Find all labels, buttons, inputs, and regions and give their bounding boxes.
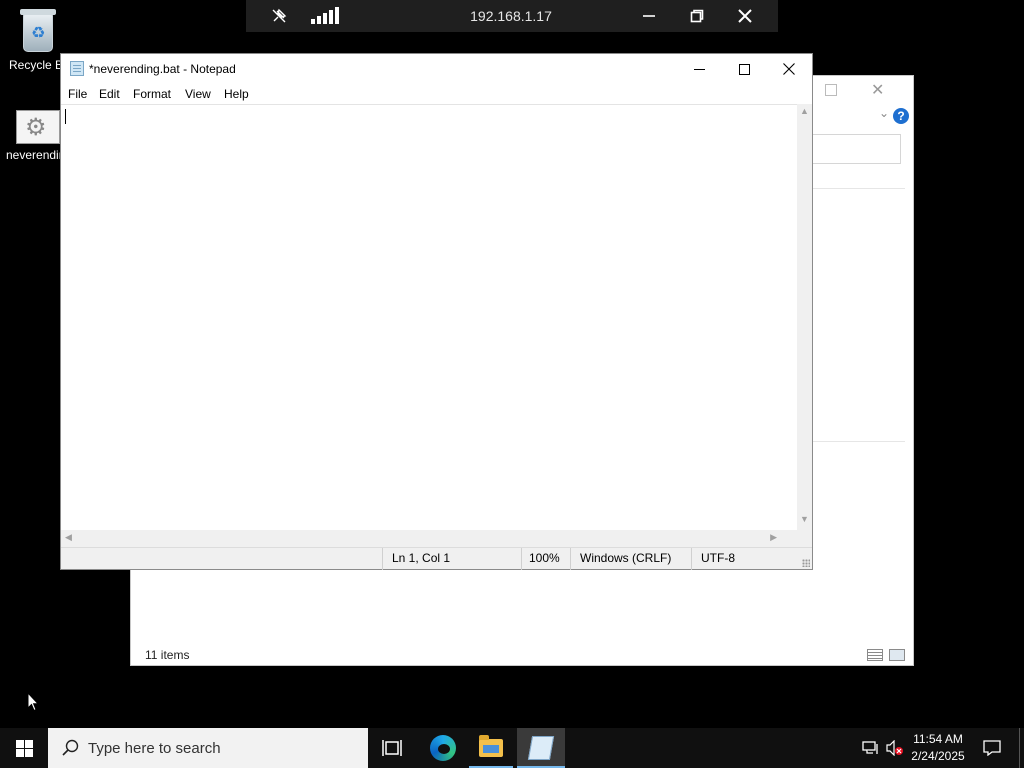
explorer-search-field[interactable] [811, 134, 901, 164]
divider [811, 188, 905, 189]
encoding: UTF-8 [691, 548, 801, 570]
menu-help[interactable]: Help [224, 87, 249, 101]
system-clock[interactable]: 11:54 AM 2/24/2025 [908, 731, 968, 765]
search-placeholder: Type here to search [88, 740, 221, 757]
remote-connection-bar: 192.168.1.17 [246, 0, 778, 32]
close-icon[interactable]: ✕ [871, 80, 884, 100]
desktop-icon-label: neverending.bat [6, 148, 63, 162]
status-bar: Ln 1, Col 1 100% Windows (CRLF) UTF-8 [61, 547, 812, 570]
vertical-scrollbar[interactable]: ▲ ▼ [797, 104, 812, 530]
taskbar: Type here to search 11:54 AM 2/24/2025 [0, 728, 1024, 768]
clock-date: 2/24/2025 [911, 749, 965, 763]
recycle-bin-icon [18, 8, 58, 54]
notepad-icon [70, 61, 84, 76]
taskbar-notepad-button[interactable] [517, 728, 565, 768]
text-caret [65, 109, 66, 124]
item-count: 11 items [145, 648, 190, 662]
title-bar[interactable]: *neverending.bat - Notepad [61, 54, 812, 84]
windows-logo-icon [15, 739, 33, 757]
notepad-window[interactable]: *neverending.bat - Notepad File Edit For… [60, 53, 813, 570]
zoom-level: 100% [521, 548, 571, 570]
divider [811, 441, 905, 442]
search-icon [62, 739, 79, 756]
scrollbar-corner [797, 530, 812, 547]
text-editor-area[interactable] [61, 104, 797, 530]
edge-icon [430, 735, 456, 761]
show-desktop-button[interactable] [1019, 728, 1024, 768]
chevron-down-icon[interactable]: ⌄ [879, 106, 889, 120]
maximize-icon [738, 63, 750, 75]
close-icon[interactable] [722, 0, 768, 32]
minimize-button[interactable] [676, 54, 722, 84]
large-icons-view-icon[interactable] [889, 649, 905, 661]
scroll-left-icon[interactable]: ◀ [65, 532, 72, 543]
close-icon [783, 63, 795, 75]
volume-muted-icon[interactable] [886, 740, 904, 756]
explorer-window-controls: ✕ [803, 76, 913, 106]
notification-icon [983, 740, 1001, 756]
taskbar-file-explorer-button[interactable] [467, 728, 515, 768]
pin-icon[interactable] [256, 0, 302, 32]
task-view-button[interactable] [368, 728, 416, 768]
menu-view[interactable]: View [185, 87, 211, 101]
minimize-icon [693, 68, 705, 70]
desktop-icon-label: Recycle Bin [9, 58, 67, 72]
menu-file[interactable]: File [68, 87, 87, 101]
file-explorer-icon [479, 735, 503, 757]
window-title: *neverending.bat - Notepad [89, 62, 236, 76]
clock-time: 11:54 AM [913, 732, 963, 746]
task-view-icon [382, 740, 402, 756]
scroll-down-icon[interactable]: ▼ [797, 514, 812, 530]
batch-file-icon [16, 110, 60, 144]
cursor-position: Ln 1, Col 1 [382, 548, 522, 570]
connection-signal-icon[interactable] [302, 0, 348, 32]
line-ending: Windows (CRLF) [570, 548, 692, 570]
help-icon[interactable]: ? [893, 108, 909, 124]
restore-icon[interactable] [674, 0, 720, 32]
taskbar-search-box[interactable]: Type here to search [48, 728, 368, 768]
start-button[interactable] [0, 728, 48, 768]
resize-grip-icon[interactable] [802, 559, 810, 567]
details-view-icon[interactable] [867, 649, 883, 661]
minimize-icon[interactable] [626, 0, 672, 32]
menu-bar: File Edit Format View Help [61, 84, 812, 104]
close-button[interactable] [766, 54, 812, 84]
notepad-icon [527, 736, 555, 760]
maximize-button[interactable] [721, 54, 767, 84]
menu-format[interactable]: Format [133, 87, 171, 101]
action-center-button[interactable] [980, 728, 1004, 768]
horizontal-scrollbar[interactable]: ◀ ▶ [61, 530, 797, 547]
maximize-icon[interactable] [825, 84, 837, 96]
scroll-up-icon[interactable]: ▲ [797, 106, 812, 122]
scroll-right-icon[interactable]: ▶ [770, 532, 777, 543]
network-icon[interactable] [862, 740, 880, 756]
remote-host-address: 192.168.1.17 [470, 8, 552, 24]
taskbar-edge-button[interactable] [419, 728, 467, 768]
menu-edit[interactable]: Edit [99, 87, 120, 101]
